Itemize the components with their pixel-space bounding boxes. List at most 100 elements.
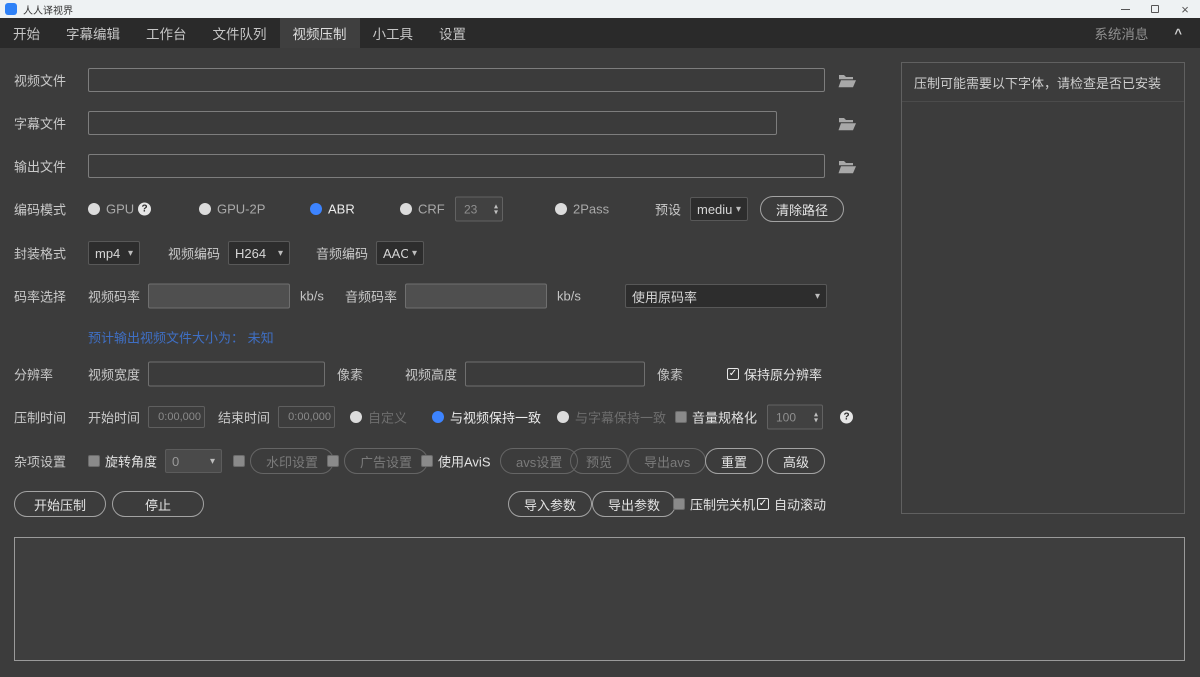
video-file-row: 视频文件	[14, 67, 889, 93]
radio-abr[interactable]	[310, 203, 322, 215]
ad-settings-button[interactable]: 广告设置	[344, 448, 428, 474]
radio-abr-label[interactable]: ABR	[328, 202, 355, 217]
use-avs-checkbox[interactable]	[421, 455, 433, 467]
video-bitrate-unit: kb/s	[300, 289, 324, 304]
subtitle-file-row: 字幕文件	[14, 110, 889, 136]
auto-scroll-checkbox[interactable]: ✓	[757, 498, 769, 510]
bitrate-mode-value: 使用原码率	[632, 287, 697, 306]
crf-value-stepper[interactable]: 23 ▴▾	[455, 197, 503, 222]
ad-checkbox[interactable]	[327, 455, 339, 467]
resolution-label: 分辨率	[14, 365, 53, 384]
rotation-value: 0	[172, 454, 179, 469]
start-time-input[interactable]: 0:00,000	[148, 406, 205, 428]
radio-gpu2p-label[interactable]: GPU-2P	[217, 202, 265, 217]
encode-mode-label: 编码模式	[14, 200, 66, 219]
end-time-label: 结束时间	[218, 408, 270, 427]
subtitle-file-input[interactable]	[88, 111, 777, 135]
video-height-input[interactable]	[465, 362, 645, 387]
preview-button[interactable]: 预览	[570, 448, 628, 474]
audio-codec-select[interactable]: AAC ▾	[376, 241, 424, 265]
clear-path-button[interactable]: 清除路径	[760, 196, 844, 222]
minimize-button[interactable]	[1110, 0, 1140, 18]
stepper-arrows-icon[interactable]: ▴▾	[814, 411, 818, 423]
keep-original-resolution-checkbox[interactable]: ✓	[727, 368, 739, 380]
use-avs-label[interactable]: 使用AviS	[438, 452, 491, 471]
reset-button[interactable]: 重置	[705, 448, 763, 474]
menubar: 开始 字幕编辑 工作台 文件队列 视频压制 小工具 设置 系统消息 ^	[0, 18, 1200, 48]
end-time-input[interactable]: 0:00,000	[278, 406, 335, 428]
radio-crf-label[interactable]: CRF	[418, 202, 445, 217]
radio-custom-time[interactable]	[350, 411, 362, 423]
auto-scroll-label[interactable]: 自动滚动	[774, 495, 826, 514]
menubar-right: 系统消息 ^	[1094, 23, 1200, 43]
menu-item-subtitle-edit[interactable]: 字幕编辑	[53, 18, 133, 48]
audio-bitrate-input[interactable]	[405, 284, 547, 309]
rotation-label[interactable]: 旋转角度	[105, 452, 157, 471]
radio-crf[interactable]	[400, 203, 412, 215]
radio-2pass-label[interactable]: 2Pass	[573, 202, 609, 217]
format-select[interactable]: mp4 ▾	[88, 241, 140, 265]
preset-label: 预设	[655, 200, 681, 219]
stepper-arrows-icon[interactable]: ▴▾	[494, 203, 498, 215]
export-avs-button[interactable]: 导出avs	[628, 448, 706, 474]
close-button[interactable]: ×	[1170, 0, 1200, 18]
end-time-value: 0:00,000	[288, 411, 331, 423]
video-width-input[interactable]	[148, 362, 325, 387]
maximize-button[interactable]	[1140, 0, 1170, 18]
import-params-button[interactable]: 导入参数	[508, 491, 592, 517]
output-file-input[interactable]	[88, 154, 825, 178]
fonts-panel-header: 压制可能需要以下字体，请检查是否已安装	[902, 63, 1184, 102]
menu-item-video-compress[interactable]: 视频压制	[280, 18, 360, 48]
stop-button[interactable]: 停止	[112, 491, 204, 517]
rotation-select[interactable]: 0 ▾	[165, 449, 222, 473]
shutdown-after-checkbox[interactable]	[673, 498, 685, 510]
menu-item-settings[interactable]: 设置	[426, 18, 479, 48]
menu-item-file-queue[interactable]: 文件队列	[200, 18, 280, 48]
resolution-row: 分辨率 视频宽度 像素 视频高度 像素 ✓ 保持原分辨率	[14, 361, 889, 387]
video-bitrate-input[interactable]	[148, 284, 290, 309]
video-codec-select[interactable]: H264 ▾	[228, 241, 290, 265]
radio-2pass[interactable]	[555, 203, 567, 215]
volume-normalize-checkbox[interactable]	[675, 411, 687, 423]
start-compress-button[interactable]: 开始压制	[14, 491, 106, 517]
gpu-help-icon[interactable]: ?	[138, 203, 151, 216]
shutdown-after-label[interactable]: 压制完关机	[690, 495, 755, 514]
menu-item-label: 视频压制	[293, 23, 347, 43]
volume-normalize-label[interactable]: 音量规格化	[692, 408, 757, 427]
radio-custom-time-label[interactable]: 自定义	[368, 408, 407, 427]
watermark-settings-button[interactable]: 水印设置	[250, 448, 334, 474]
misc-settings-label: 杂项设置	[14, 452, 66, 471]
rotation-checkbox[interactable]	[88, 455, 100, 467]
radio-gpu-label[interactable]: GPU	[106, 202, 134, 217]
audio-codec-label: 音频编码	[316, 244, 368, 263]
log-output-area[interactable]	[14, 537, 1185, 661]
volume-stepper[interactable]: 100 ▴▾	[767, 405, 823, 430]
export-params-button[interactable]: 导出参数	[592, 491, 676, 517]
preset-select[interactable]: medium ▾	[690, 197, 748, 221]
menu-item-label: 工作台	[146, 23, 187, 43]
menu-item-workbench[interactable]: 工作台	[133, 18, 200, 48]
radio-gpu2p[interactable]	[199, 203, 211, 215]
radio-match-video[interactable]	[432, 411, 444, 423]
compress-time-row: 压制时间 开始时间 0:00,000 结束时间 0:00,000 自定义 与视频…	[14, 404, 889, 430]
output-file-browse-button[interactable]	[838, 158, 858, 174]
avs-settings-button[interactable]: avs设置	[500, 448, 578, 474]
bitrate-mode-select[interactable]: 使用原码率 ▾	[625, 284, 827, 308]
audio-bitrate-label: 音频码率	[345, 287, 397, 306]
keep-original-resolution-label[interactable]: 保持原分辨率	[744, 365, 822, 384]
radio-match-subtitle-label[interactable]: 与字幕保持一致	[575, 408, 666, 427]
folder-open-icon	[838, 116, 857, 131]
radio-gpu[interactable]	[88, 203, 100, 215]
chevron-up-icon[interactable]: ^	[1174, 26, 1182, 41]
menu-item-tools[interactable]: 小工具	[360, 18, 427, 48]
volume-help-icon[interactable]: ?	[840, 411, 853, 424]
menu-item-start[interactable]: 开始	[0, 18, 53, 48]
subtitle-file-browse-button[interactable]	[838, 115, 858, 131]
watermark-checkbox[interactable]	[233, 455, 245, 467]
advanced-button[interactable]: 高级	[767, 448, 825, 474]
video-file-browse-button[interactable]	[838, 72, 858, 88]
video-file-input[interactable]	[88, 68, 825, 92]
system-message-button[interactable]: 系统消息	[1094, 23, 1148, 43]
radio-match-subtitle[interactable]	[557, 411, 569, 423]
radio-match-video-label[interactable]: 与视频保持一致	[450, 408, 541, 427]
